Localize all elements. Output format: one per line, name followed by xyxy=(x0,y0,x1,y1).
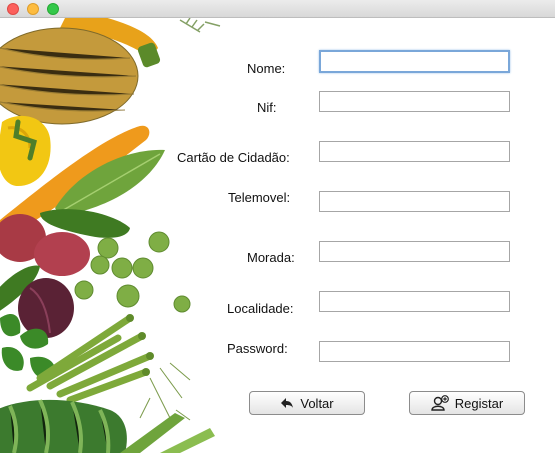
morada-field[interactable] xyxy=(319,241,510,262)
cartao-cidadao-label: Cartão de Cidadão: xyxy=(177,150,290,165)
nome-label: Nome: xyxy=(247,61,286,76)
vegetables-background-image xyxy=(0,18,221,453)
window-titlebar xyxy=(0,0,555,18)
nome-field[interactable] xyxy=(319,50,510,73)
arrow-back-icon xyxy=(280,397,294,409)
nif-label: Nif: xyxy=(257,100,277,115)
morada-label: Morada: xyxy=(247,250,295,265)
back-button[interactable]: Voltar xyxy=(249,391,365,415)
cartao-cidadao-field[interactable] xyxy=(319,141,510,162)
telemovel-field[interactable] xyxy=(319,191,510,212)
back-button-label: Voltar xyxy=(300,395,334,411)
registration-panel: Nome: Nif: Cartão de Cidadão: Telemovel:… xyxy=(0,18,555,453)
localidade-field[interactable] xyxy=(319,291,510,312)
zoom-window-button[interactable] xyxy=(47,3,59,15)
register-button-label: Registar xyxy=(454,395,504,411)
telemovel-label: Telemovel: xyxy=(228,190,291,205)
localidade-label: Localidade: xyxy=(227,301,294,316)
password-field[interactable] xyxy=(319,341,510,362)
register-button[interactable]: Registar xyxy=(409,391,525,415)
password-label: Password: xyxy=(227,341,288,356)
minimize-window-button[interactable] xyxy=(27,3,39,15)
nif-field[interactable] xyxy=(319,91,510,112)
close-window-button[interactable] xyxy=(7,3,19,15)
add-user-icon xyxy=(431,395,449,411)
